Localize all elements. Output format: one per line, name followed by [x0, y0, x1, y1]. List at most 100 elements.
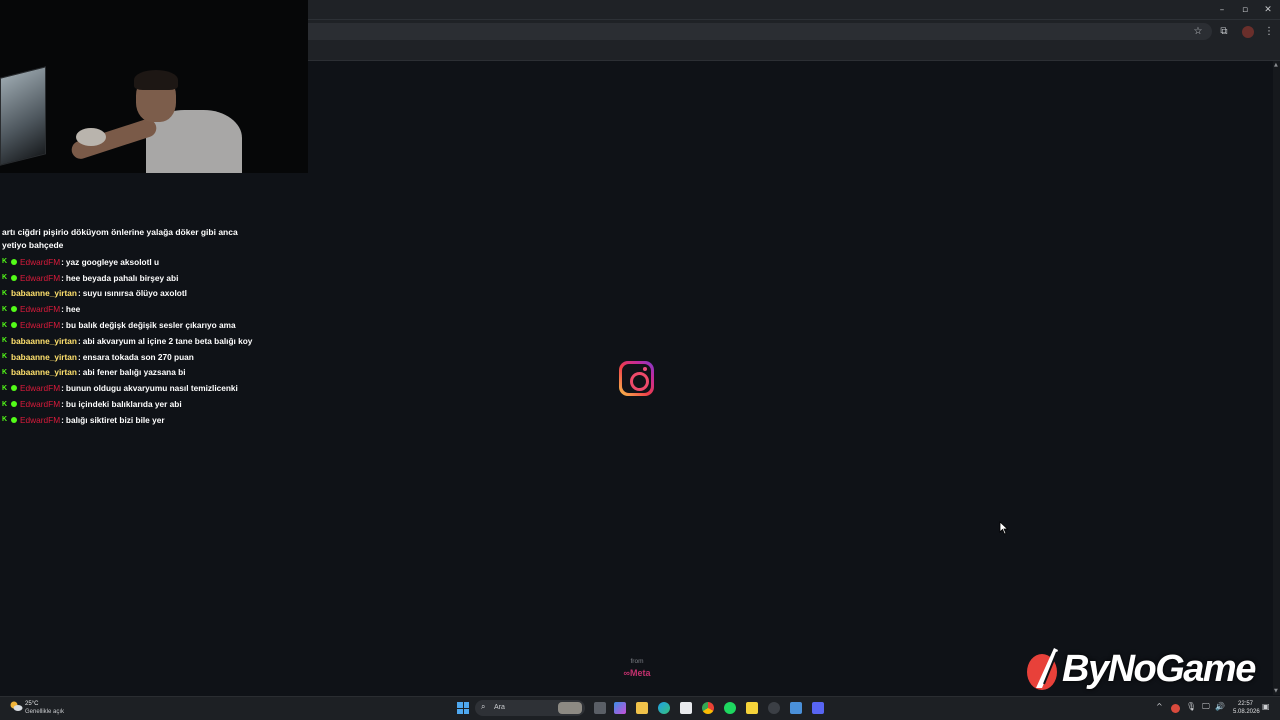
bynogame-watermark: ByNoGame: [1062, 648, 1256, 690]
extensions-icon[interactable]: ⧉: [1216, 24, 1232, 40]
search-icon: ⌕: [481, 702, 486, 711]
profile-avatar[interactable]: [1242, 26, 1254, 38]
chat-separator: :: [61, 383, 64, 394]
browser-menu-icon[interactable]: ⋮: [1261, 24, 1277, 40]
kick-badge-icon: K: [2, 416, 8, 424]
settings-app-icon[interactable]: [790, 702, 802, 714]
chat-message-text: suyu ısınırsa ölüyo axolotl: [82, 288, 187, 299]
spotify-icon[interactable]: [724, 702, 736, 714]
chat-username[interactable]: EdwardFM: [20, 320, 60, 330]
weather-icon[interactable]: [9, 700, 23, 712]
mouse-cursor-icon: [999, 521, 1009, 535]
scrollbar[interactable]: [1273, 61, 1280, 695]
volume-icon[interactable]: 🔊: [1215, 702, 1225, 711]
green-badge-icon: [11, 258, 17, 265]
kick-badge-icon: K: [2, 274, 8, 282]
notification-icon[interactable]: ▣: [1262, 702, 1270, 711]
edge-icon[interactable]: [658, 702, 670, 714]
chat-message-text: yaz googleye aksolotl u: [65, 256, 160, 267]
task-view-icon[interactable]: [594, 702, 606, 714]
chrome-icon[interactable]: [702, 702, 714, 714]
tray-app-icon[interactable]: [1171, 704, 1180, 713]
chat-username[interactable]: babaanne_yirtan: [11, 352, 77, 362]
chat-message: Kbabaanne_yirtan: abi fener balığı yazsan…: [2, 365, 262, 381]
kick-badge-icon: K: [2, 305, 8, 313]
kick-badge-icon: K: [2, 321, 8, 329]
webcam-overlay: [0, 0, 308, 173]
webcam-plate: [76, 128, 106, 146]
chat-separator: :: [77, 288, 81, 299]
obs-icon[interactable]: [768, 702, 780, 714]
chat-username[interactable]: EdwardFM: [20, 304, 60, 314]
chat-separator: :: [77, 351, 81, 362]
tray-chevron-icon[interactable]: ^: [1156, 702, 1163, 711]
discord-icon[interactable]: [812, 702, 824, 714]
network-icon[interactable]: 🖵: [1202, 702, 1210, 712]
green-badge-icon: [11, 322, 17, 329]
search-placeholder: Ara: [494, 704, 505, 711]
weather-temperature[interactable]: 25°C: [25, 701, 38, 707]
meta-logo: ∞Meta: [623, 668, 651, 678]
green-badge-icon: [11, 385, 17, 392]
bynogame-logo-icon: [1027, 648, 1058, 690]
chat-username[interactable]: EdwardFM: [20, 273, 60, 283]
chat-message: K EdwardFM: bu içindeki balıklarıda yer ab…: [2, 396, 262, 412]
chat-username[interactable]: babaanne_yirtan: [11, 288, 77, 298]
file-explorer-icon[interactable]: [636, 702, 648, 714]
clock-date[interactable]: 5.08.2026: [1233, 709, 1260, 715]
chat-message-text: bunun oldugu akvaryumu nasıl temizlicenk…: [65, 383, 238, 394]
chat-message: K EdwardFM: bunun oldugu akvaryumu nasıl t…: [2, 380, 262, 396]
instagram-icon: [619, 361, 654, 396]
chat-message: K EdwardFM: yaz googleye aksolotl u: [2, 254, 262, 270]
maximize-button[interactable]: ▫: [1234, 3, 1256, 17]
start-button[interactable]: [457, 702, 469, 714]
chat-message-text: abi fener balığı yazsana bi: [82, 367, 186, 378]
clock-time[interactable]: 22:57: [1238, 701, 1253, 707]
chat-separator: :: [61, 399, 64, 410]
chat-separator: :: [77, 367, 81, 378]
bookmark-star-icon[interactable]: ☆: [1190, 24, 1206, 40]
chat-username[interactable]: babaanne_yirtan: [11, 336, 77, 346]
kick-badge-icon: K: [2, 353, 8, 361]
green-badge-icon: [11, 274, 17, 281]
start-logo-tile: [457, 702, 463, 708]
chat-message-text: artı ciğdri pişirio döküyom önlerine yal…: [2, 227, 238, 250]
address-bar[interactable]: [308, 23, 1212, 40]
kick-badge-icon: K: [2, 258, 8, 266]
microphone-icon[interactable]: 🎙: [1186, 702, 1196, 711]
chat-message-text: ensara tokada son 270 puan: [82, 351, 194, 362]
copilot-icon[interactable]: [614, 702, 626, 714]
close-button[interactable]: ✕: [1257, 3, 1279, 17]
chat-separator: :: [61, 256, 64, 267]
chat-message: Kbabaanne_yirtan: abi akvaryum al içine 2…: [2, 333, 262, 349]
chat-username[interactable]: EdwardFM: [20, 415, 60, 425]
green-badge-icon: [11, 401, 17, 408]
green-badge-icon: [11, 306, 17, 313]
webcam-person-hair: [134, 70, 178, 90]
chat-separator: :: [77, 335, 81, 346]
kick-badge-icon: K: [2, 400, 8, 408]
chat-username[interactable]: babaanne_yirtan: [11, 367, 77, 377]
webcam-monitor: [0, 66, 46, 166]
kick-badge-icon: K: [2, 289, 8, 297]
start-logo-tile: [463, 708, 469, 714]
instagram-flash-dot: [643, 367, 647, 371]
s-app-icon[interactable]: [746, 702, 758, 714]
instagram-lens: [630, 372, 649, 391]
chat-username[interactable]: EdwardFM: [20, 383, 60, 393]
chat-message-text: bu balık değişk değişik sesler çıkarıyo …: [65, 320, 236, 331]
chat-message-text: abi akvaryum al içine 2 tane beta balığı…: [82, 335, 253, 346]
minimize-button[interactable]: –: [1211, 3, 1233, 17]
scroll-down-arrow-icon[interactable]: ▼: [1274, 688, 1278, 694]
store-icon[interactable]: [680, 702, 692, 714]
chat-message-text: balığı siktiret bizi bile yer: [65, 414, 165, 425]
from-label: from: [630, 658, 644, 665]
scroll-up-arrow-icon[interactable]: ▲: [1274, 62, 1278, 68]
chat-message: K EdwardFM: balığı siktiret bizi bile yer: [2, 412, 262, 428]
chat-username[interactable]: EdwardFM: [20, 399, 60, 409]
chat-username[interactable]: EdwardFM: [20, 257, 60, 267]
kick-badge-icon: K: [2, 368, 8, 376]
weather-description[interactable]: Genellikle açık: [25, 709, 64, 715]
chat-separator: :: [61, 304, 64, 315]
chat-message: Kbabaanne_yirtan: ensara tokada son 270 p…: [2, 349, 262, 365]
